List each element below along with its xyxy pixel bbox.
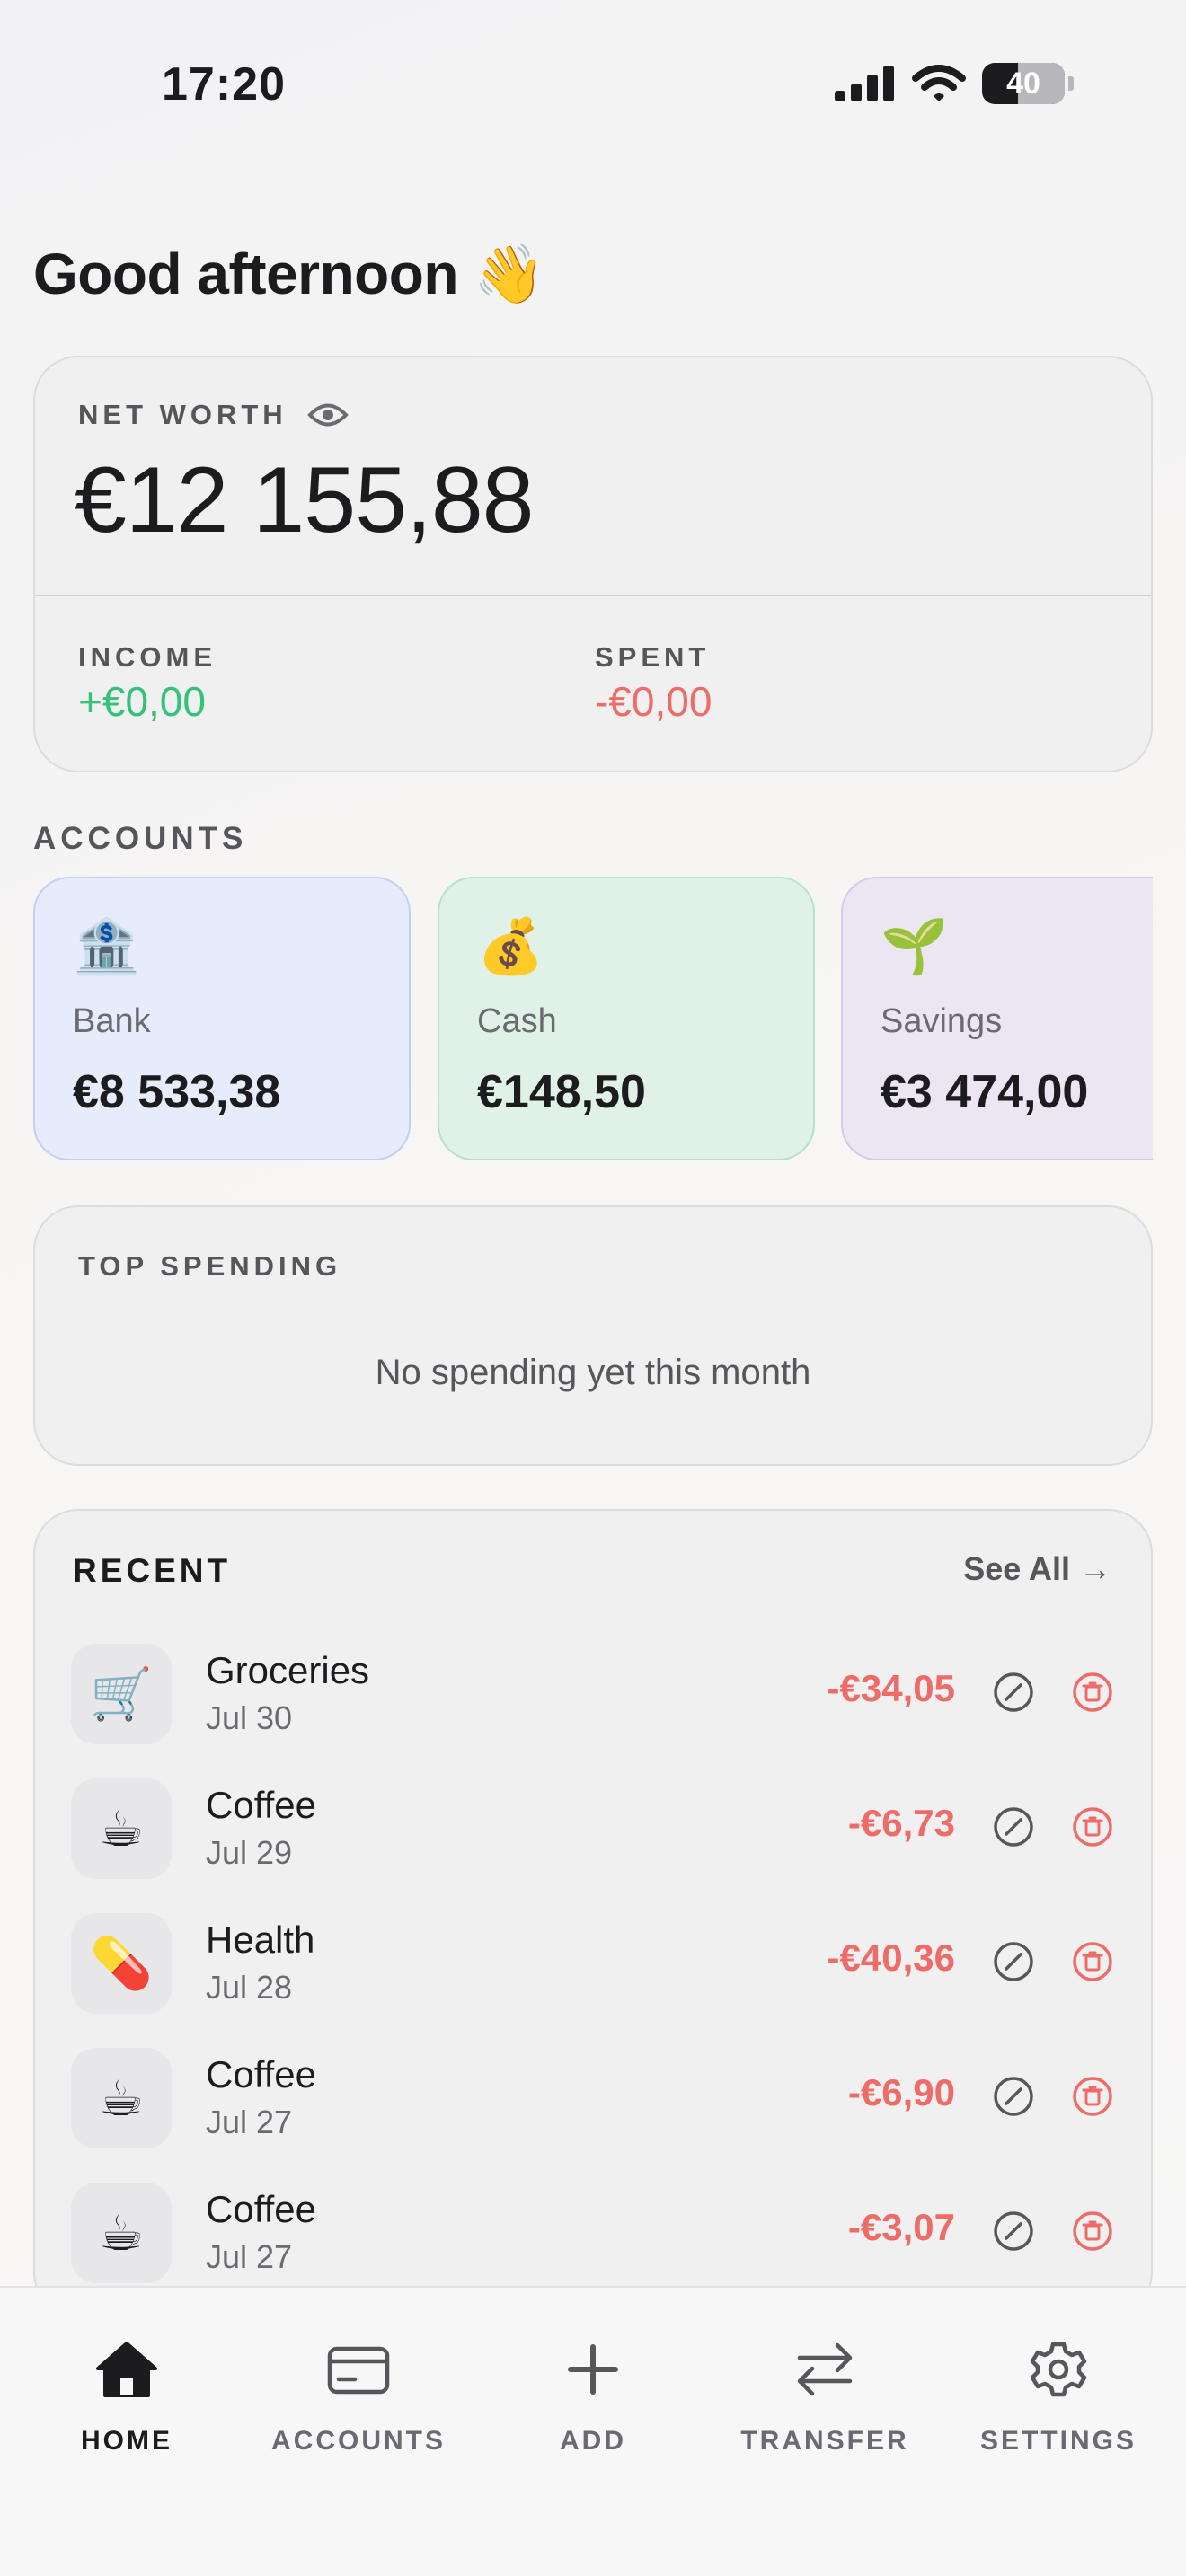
tab-label: ADD [560, 2426, 626, 2456]
transaction-amount: -€6,90 [847, 2071, 955, 2113]
recent-title: RECENT [73, 1552, 232, 1589]
transaction-date: Jul 27 [206, 2238, 293, 2275]
transaction-name: Coffee [206, 2188, 316, 2230]
tab-home[interactable]: HOME [19, 2340, 235, 2483]
edit-icon[interactable] [992, 1671, 1035, 1714]
battery-icon: 40 [982, 63, 1065, 104]
transaction-row[interactable]: ☕ Coffee Jul 27 -€3,07 [35, 2170, 1151, 2305]
status-bar: 17:20 40 [0, 0, 1186, 171]
account-card-bank[interactable]: 🏦 Bank €8 533,38 [33, 877, 411, 1160]
net-worth-label: NET WORTH [78, 399, 288, 430]
transaction-row[interactable]: ☕ Coffee Jul 29 -€6,73 [35, 1766, 1151, 1901]
transaction-amount: -€3,07 [847, 2206, 955, 2248]
transaction-row[interactable]: 🛒 Groceries Jul 30 -€34,05 [35, 1631, 1151, 1766]
transaction-row[interactable]: ☕ Coffee Jul 27 -€6,90 [35, 2035, 1151, 2170]
wifi-icon [912, 65, 966, 101]
account-card-savings[interactable]: 🌱 Savings €3 474,00 [841, 877, 1153, 1160]
trash-icon[interactable] [1071, 1671, 1114, 1714]
transaction-amount: -€6,73 [847, 1802, 955, 1844]
net-worth-value: €12 155,88 [75, 448, 535, 552]
trash-icon[interactable] [1071, 2075, 1114, 2118]
edit-icon[interactable] [992, 2075, 1035, 2118]
account-balance: €148,50 [477, 1066, 646, 1118]
spent-label: SPENT [595, 641, 711, 673]
edit-icon[interactable] [992, 1940, 1035, 1983]
battery-level: 40 [1006, 66, 1040, 101]
account-name: Savings [881, 1002, 1003, 1040]
coffee-icon: ☕ [71, 2183, 172, 2283]
tab-label: HOME [81, 2426, 173, 2456]
transaction-amount: -€34,05 [827, 1667, 955, 1709]
transaction-name: Groceries [206, 1649, 370, 1691]
tab-settings[interactable]: SETTINGS [951, 2340, 1166, 2483]
account-name: Bank [73, 1002, 151, 1040]
tab-accounts[interactable]: ACCOUNTS [251, 2340, 466, 2483]
status-time: 17:20 [162, 58, 286, 110]
transaction-name: Health [206, 1919, 315, 1961]
trash-icon[interactable] [1071, 1805, 1114, 1848]
transaction-date: Jul 27 [206, 2104, 293, 2140]
tab-bar: HOME ACCOUNTS ADD TRANSFER SETTINGS [0, 2286, 1186, 2576]
plus-icon [568, 2344, 618, 2395]
transaction-row[interactable]: 💊 Health Jul 28 -€40,36 [35, 1901, 1151, 2035]
accounts-section-label: ACCOUNTS [33, 821, 248, 856]
transaction-name: Coffee [206, 1784, 316, 1826]
seedling-icon: 🌱 [881, 916, 948, 976]
accounts-carousel[interactable]: 🏦 Bank €8 533,38 💰 Cash €148,50 🌱 Saving… [33, 877, 1153, 1162]
gear-icon [1030, 2342, 1087, 2397]
coffee-icon: ☕ [71, 2048, 172, 2148]
transaction-date: Jul 28 [206, 1969, 293, 2006]
trash-icon[interactable] [1071, 2210, 1114, 2253]
house-icon [96, 2342, 157, 2397]
edit-icon[interactable] [992, 2210, 1035, 2253]
account-balance: €3 474,00 [881, 1066, 1089, 1118]
tab-transfer[interactable]: TRANSFER [717, 2340, 933, 2483]
divider [35, 595, 1151, 596]
top-spending-label: TOP SPENDING [78, 1250, 342, 1282]
transaction-amount: -€40,36 [827, 1936, 955, 1979]
eye-icon[interactable] [306, 401, 349, 428]
net-worth-card: NET WORTH €12 155,88 INCOME +€0,00 SPENT… [33, 356, 1153, 772]
account-name: Cash [477, 1002, 557, 1040]
tab-label: ACCOUNTS [271, 2426, 446, 2456]
status-icons: 40 [835, 63, 1074, 104]
account-card-cash[interactable]: 💰 Cash €148,50 [438, 877, 815, 1160]
cellular-signal-icon [835, 66, 894, 101]
tab-label: TRANSFER [740, 2426, 909, 2456]
coffee-icon: ☕ [71, 1778, 172, 1879]
greeting-title: Good afternoon 👋 [33, 242, 545, 306]
see-all-link[interactable]: See All → [963, 1550, 1111, 1588]
tab-add[interactable]: ADD [485, 2340, 701, 2483]
transfer-arrows-icon [797, 2342, 853, 2396]
transaction-date: Jul 30 [206, 1699, 293, 1736]
transaction-date: Jul 29 [206, 1834, 293, 1871]
top-spending-empty-text: No spending yet this month [375, 1353, 811, 1392]
income-value: +€0,00 [78, 678, 206, 725]
income-label: INCOME [78, 641, 217, 673]
money-bag-icon: 💰 [477, 916, 544, 976]
pill-icon: 💊 [71, 1913, 172, 2014]
trash-icon[interactable] [1071, 1940, 1114, 1983]
recent-transactions-card: RECENT See All → 🛒 Groceries Jul 30 -€34… [33, 1509, 1153, 2317]
account-balance: €8 533,38 [73, 1066, 281, 1118]
transaction-name: Coffee [206, 2053, 316, 2095]
bank-icon: 🏦 [73, 916, 140, 976]
card-icon [327, 2346, 390, 2395]
top-spending-card: TOP SPENDING No spending yet this month [33, 1205, 1153, 1466]
shopping-cart-icon: 🛒 [71, 1644, 172, 1744]
spent-value: -€0,00 [595, 678, 712, 725]
tab-label: SETTINGS [979, 2426, 1137, 2456]
edit-icon[interactable] [992, 1805, 1035, 1848]
